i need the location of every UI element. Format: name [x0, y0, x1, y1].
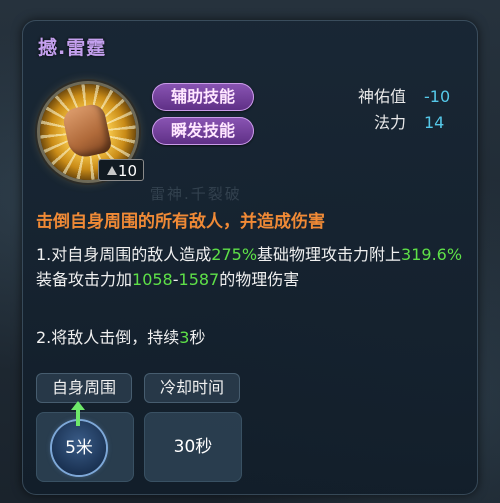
- desc1-value-c: 1058: [132, 270, 173, 289]
- desc2-value-a: 3: [179, 328, 190, 347]
- desc1-value-b: 319.6%: [401, 245, 463, 264]
- skill-level-badge: 10: [98, 159, 144, 181]
- tag-support-skill: 辅助技能: [152, 83, 254, 111]
- desc1-text-b: 基础物理攻击力附上: [257, 245, 402, 264]
- desc1-value-a: 275%: [211, 245, 258, 264]
- desc2-text-a: 2.将敌人击倒，持续: [36, 328, 180, 347]
- range-value: 5米: [65, 438, 93, 458]
- background-ghost-text: 雷神.千裂破: [150, 185, 242, 203]
- stat-mana-value: 14: [424, 113, 445, 132]
- range-arrow-icon: [71, 401, 85, 426]
- stat-divine-label: 神佑值: [357, 87, 406, 106]
- desc1-value-d: 1587: [178, 270, 220, 289]
- range-label: 自身周围: [36, 373, 132, 403]
- desc1-text-d: 的物理伤害: [219, 270, 300, 289]
- tag-instant-skill: 瞬发技能: [152, 117, 254, 145]
- desc2-text-b: 秒: [189, 328, 206, 347]
- cooldown-value: 30秒: [173, 437, 213, 457]
- desc1-text-a: 1.对自身周围的敌人造成: [36, 245, 212, 264]
- desc1-text-c: 装备攻击力加: [36, 270, 133, 289]
- range-indicator: 5米: [52, 421, 106, 475]
- skill-level-value: 10: [117, 162, 137, 180]
- cooldown-label: 冷却时间: [144, 373, 240, 403]
- skill-title: 撼.雷霆: [38, 37, 107, 59]
- skill-headline: 击倒自身周围的所有敌人，并造成伤害: [36, 212, 325, 232]
- description-line-1: 1.对自身周围的敌人造成275%基础物理攻击力附上319.6% 装备攻击力加105…: [36, 242, 468, 292]
- stat-mana-label: 法力: [373, 113, 406, 132]
- stat-divine-value: -10: [424, 87, 451, 106]
- description-line-2: 2.将敌人击倒，持续3秒: [36, 325, 468, 350]
